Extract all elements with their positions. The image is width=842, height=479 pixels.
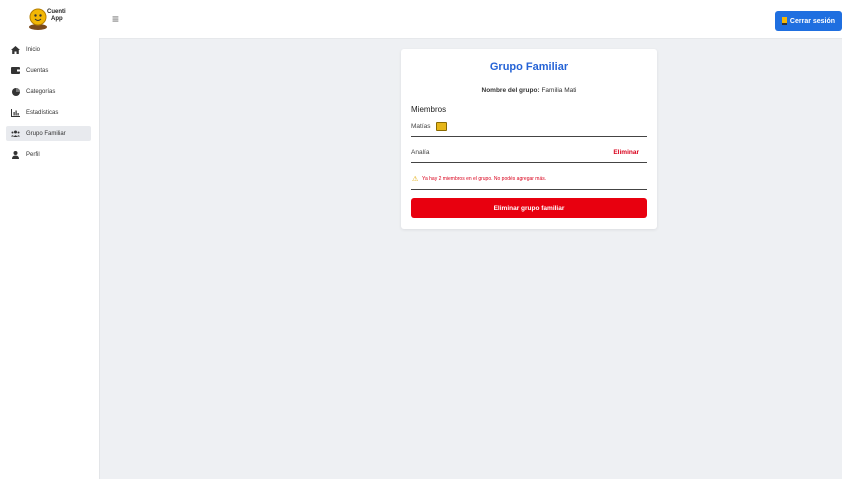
sidebar-item-label: Inicio	[26, 46, 41, 53]
sidebar: Inicio Cuentas Categorías Estadísticas G…	[0, 38, 100, 479]
home-icon	[11, 45, 20, 54]
warning-message: ⚠ Ya hay 2 miembros en el grupo. No podé…	[411, 175, 647, 190]
members-heading: Miembros	[411, 105, 447, 114]
warning-text: Ya hay 2 miembros en el grupo. No podés …	[422, 176, 547, 182]
logout-label: Cerrar sesión	[789, 17, 836, 25]
wallet-icon	[11, 66, 20, 75]
logo-coin-icon	[29, 8, 47, 30]
user-icon	[11, 150, 20, 159]
sidebar-item-estadisticas[interactable]: Estadísticas	[6, 105, 91, 120]
member-name: Analía	[411, 149, 430, 156]
sidebar-item-label: Estadísticas	[26, 109, 59, 116]
sidebar-item-categorias[interactable]: Categorías	[6, 84, 91, 99]
pie-chart-icon	[11, 87, 20, 96]
member-row: Matías	[411, 122, 647, 137]
group-name-label: Nombre del grupo:	[481, 87, 540, 94]
users-icon	[11, 129, 20, 138]
page-title: Grupo Familiar	[489, 61, 569, 73]
owner-badge-icon	[436, 122, 447, 131]
bar-chart-icon	[11, 108, 20, 117]
logout-button[interactable]: Cerrar sesión	[775, 11, 842, 31]
hamburger-icon[interactable]: ≡	[112, 12, 119, 26]
sidebar-item-perfil[interactable]: Perfil	[6, 147, 91, 162]
door-icon	[781, 17, 787, 25]
sidebar-item-grupo-familiar[interactable]: Grupo Familiar	[6, 126, 91, 141]
member-row: Analía Eliminar	[411, 148, 647, 163]
sidebar-item-label: Cuentas	[26, 67, 49, 74]
logo-line-2: App	[51, 16, 63, 22]
member-name: Matías	[411, 123, 431, 130]
delete-group-button[interactable]: Eliminar grupo familiar	[411, 198, 647, 218]
sidebar-item-label: Grupo Familiar	[26, 130, 66, 137]
remove-member-button[interactable]: Eliminar	[613, 149, 639, 156]
logo-text: Cuenti App	[47, 9, 66, 23]
sidebar-item-cuentas[interactable]: Cuentas	[6, 63, 91, 78]
app-logo[interactable]: Cuenti App	[28, 4, 78, 34]
family-group-card: Grupo Familiar Nombre del grupo: Familia…	[401, 49, 657, 229]
group-name: Nombre del grupo: Familia Mati	[401, 87, 657, 94]
sidebar-item-label: Categorías	[26, 88, 56, 95]
sidebar-item-inicio[interactable]: Inicio	[6, 42, 91, 57]
group-name-value: Familia Mati	[541, 87, 577, 94]
logo-line-1: Cuenti	[47, 9, 66, 15]
warning-icon: ⚠	[412, 176, 419, 183]
sidebar-item-label: Perfil	[26, 151, 40, 158]
top-bar: Cuenti App ≡ Cerrar sesión	[0, 0, 842, 39]
